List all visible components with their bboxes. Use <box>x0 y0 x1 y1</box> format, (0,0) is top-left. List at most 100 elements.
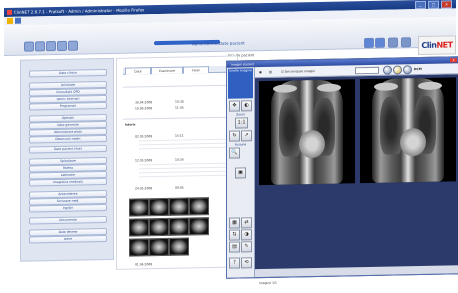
camera-tool-icon[interactable]: ▣ <box>235 167 246 179</box>
close-window-button[interactable]: x <box>441 0 452 9</box>
ct-thumbnail[interactable] <box>149 237 169 257</box>
sidebar-item-9[interactable]: Date pacient (fise) <box>29 145 107 154</box>
viewer-close-button[interactable]: X <box>450 58 457 63</box>
lung-shape <box>380 96 402 155</box>
layout-double-icon[interactable]: ▥ <box>269 67 272 77</box>
pan-tool-icon[interactable]: ✥ <box>229 100 240 112</box>
sidebar-item-4[interactable]: Programari <box>29 102 107 111</box>
entry-time: 10:24 <box>175 157 184 162</box>
forward-icon[interactable] <box>35 41 45 52</box>
home-icon[interactable] <box>57 40 67 51</box>
ct-thumbnail[interactable] <box>189 217 209 236</box>
maximize-button[interactable]: □ <box>428 0 439 9</box>
row-date: 30.04.2008 <box>135 100 153 105</box>
flip-tool-icon[interactable]: ⇅ <box>229 229 240 241</box>
screenshot-stage: ClinNET 2.6.7.1 - Pratsoft - Admin / Adm… <box>4 0 458 285</box>
help-icon[interactable] <box>388 37 398 48</box>
undo-icon[interactable] <box>364 37 374 49</box>
text-line <box>139 166 229 170</box>
row-time: 10:30 <box>175 99 184 104</box>
sidebar-item-0[interactable]: Date clinice <box>29 69 107 78</box>
text-line <box>139 162 229 166</box>
text-line <box>139 170 229 174</box>
rotate-tool-icon[interactable]: ↻ <box>229 130 240 142</box>
lung-shape <box>279 98 301 157</box>
measure-tool-icon[interactable]: ↗ <box>241 130 252 142</box>
annotate-tool-icon[interactable]: ✎ <box>241 241 252 253</box>
section-label: Istoric <box>125 122 136 127</box>
star-icon[interactable] <box>7 17 13 24</box>
tab-fisier[interactable]: Fisier <box>183 66 209 74</box>
logo-accent-text: NET <box>436 40 453 50</box>
next-image-icon[interactable] <box>403 65 412 75</box>
tab-bar: Date Examinare Fisier <box>123 65 233 75</box>
layout-single-icon[interactable]: ▣ <box>259 67 262 77</box>
back-icon[interactable] <box>24 41 34 52</box>
divider <box>123 116 233 120</box>
redo-icon[interactable] <box>375 37 385 48</box>
sidebar-item-19[interactable]: Iesire <box>29 235 107 244</box>
entry-date: 12.05.2008 <box>135 158 153 163</box>
print-icon[interactable] <box>68 40 78 51</box>
main-content: Date Examinare Fisier 30.04.2008 10:30 1… <box>116 55 238 270</box>
footer-date: 01.06.2008 <box>135 262 153 267</box>
xray-image-left[interactable] <box>259 79 355 186</box>
row-date: 19.06.2008 <box>135 106 153 111</box>
ct-thumbnail[interactable] <box>129 238 149 257</box>
refresh-icon[interactable] <box>46 41 56 52</box>
tab-examinare[interactable]: Examinare <box>151 66 183 75</box>
layout-tool-icon[interactable]: ▦ <box>229 217 240 229</box>
sidebar-item-17[interactable]: Documente <box>29 216 107 225</box>
ct-thumbnail[interactable] <box>129 218 149 237</box>
ct-thumbnail[interactable] <box>169 217 189 236</box>
logo-main-text: Clin <box>421 40 437 50</box>
xray-image-right[interactable] <box>360 77 456 184</box>
sidebar: Date clinice Activitate Consultatii OPD … <box>20 57 114 262</box>
row-time: 11:45 <box>175 105 184 110</box>
clinnet-logo: ClinNET <box>418 35 456 56</box>
grid-tool-icon[interactable]: ▤ <box>229 241 240 253</box>
firefox-icon <box>7 9 12 15</box>
reset-tool-icon[interactable]: ⟲ <box>241 257 252 269</box>
tab-date[interactable]: Date <box>125 67 151 75</box>
entry-date: 02.05.2008 <box>135 134 153 139</box>
sidebar-item-8[interactable]: Observatii medic <box>29 135 107 144</box>
sync-tool-icon[interactable]: ⇄ <box>241 217 252 229</box>
sidebar-item-13[interactable]: Imagistica medicala <box>29 178 107 187</box>
viewer-title: Imagini pacient <box>231 62 255 67</box>
magnify-tool-icon[interactable]: 🔍 <box>229 147 240 159</box>
sidebar-item-16[interactable]: Ingrijiri <box>29 204 107 213</box>
help-tool-icon[interactable]: ? <box>229 257 240 269</box>
dcm-label[interactable]: DCM <box>414 64 422 74</box>
page-title: Administrare/Date pacient <box>192 40 245 47</box>
ct-thumbnail[interactable] <box>169 197 189 216</box>
zoom-label: Zoom <box>236 112 245 117</box>
divider <box>123 84 233 88</box>
text-line <box>139 146 229 150</box>
play-icon[interactable] <box>393 65 402 75</box>
ct-thumbnail[interactable] <box>189 197 209 216</box>
invert-tool-icon[interactable]: ◑ <box>241 229 252 241</box>
ct-thumbnail[interactable] <box>149 217 169 237</box>
sync-images-checkbox[interactable]: ☑ Sincronizare imagini <box>281 66 315 77</box>
zoom-value[interactable]: 1:1 <box>235 117 248 129</box>
exit-icon[interactable] <box>401 37 411 48</box>
fusion-label: Fuziune <box>234 142 247 147</box>
text-line <box>139 174 229 178</box>
tool-header: Unelte imagine <box>228 68 253 99</box>
text-line <box>139 142 229 146</box>
image-viewer-window: Imagini pacient X Unelte imagine ✥ ◐ Zoo… <box>226 56 458 285</box>
window-level-tool-icon[interactable]: ◐ <box>241 100 252 112</box>
minimize-button[interactable]: _ <box>415 0 426 10</box>
ct-thumbnail[interactable] <box>169 237 189 256</box>
prev-image-icon[interactable] <box>383 65 392 75</box>
text-line <box>139 138 229 142</box>
page-icon[interactable] <box>15 17 21 24</box>
series-select[interactable] <box>355 66 379 75</box>
ct-thumbnail[interactable] <box>149 197 169 217</box>
entry-time: 09:05 <box>175 185 184 190</box>
ct-thumbnail[interactable] <box>129 198 149 217</box>
entry-date: 24.05.2008 <box>135 186 153 191</box>
sync-label: Sincronizare imagini <box>284 69 316 74</box>
viewer-status-bar: Imagine 1/1 <box>255 265 458 285</box>
